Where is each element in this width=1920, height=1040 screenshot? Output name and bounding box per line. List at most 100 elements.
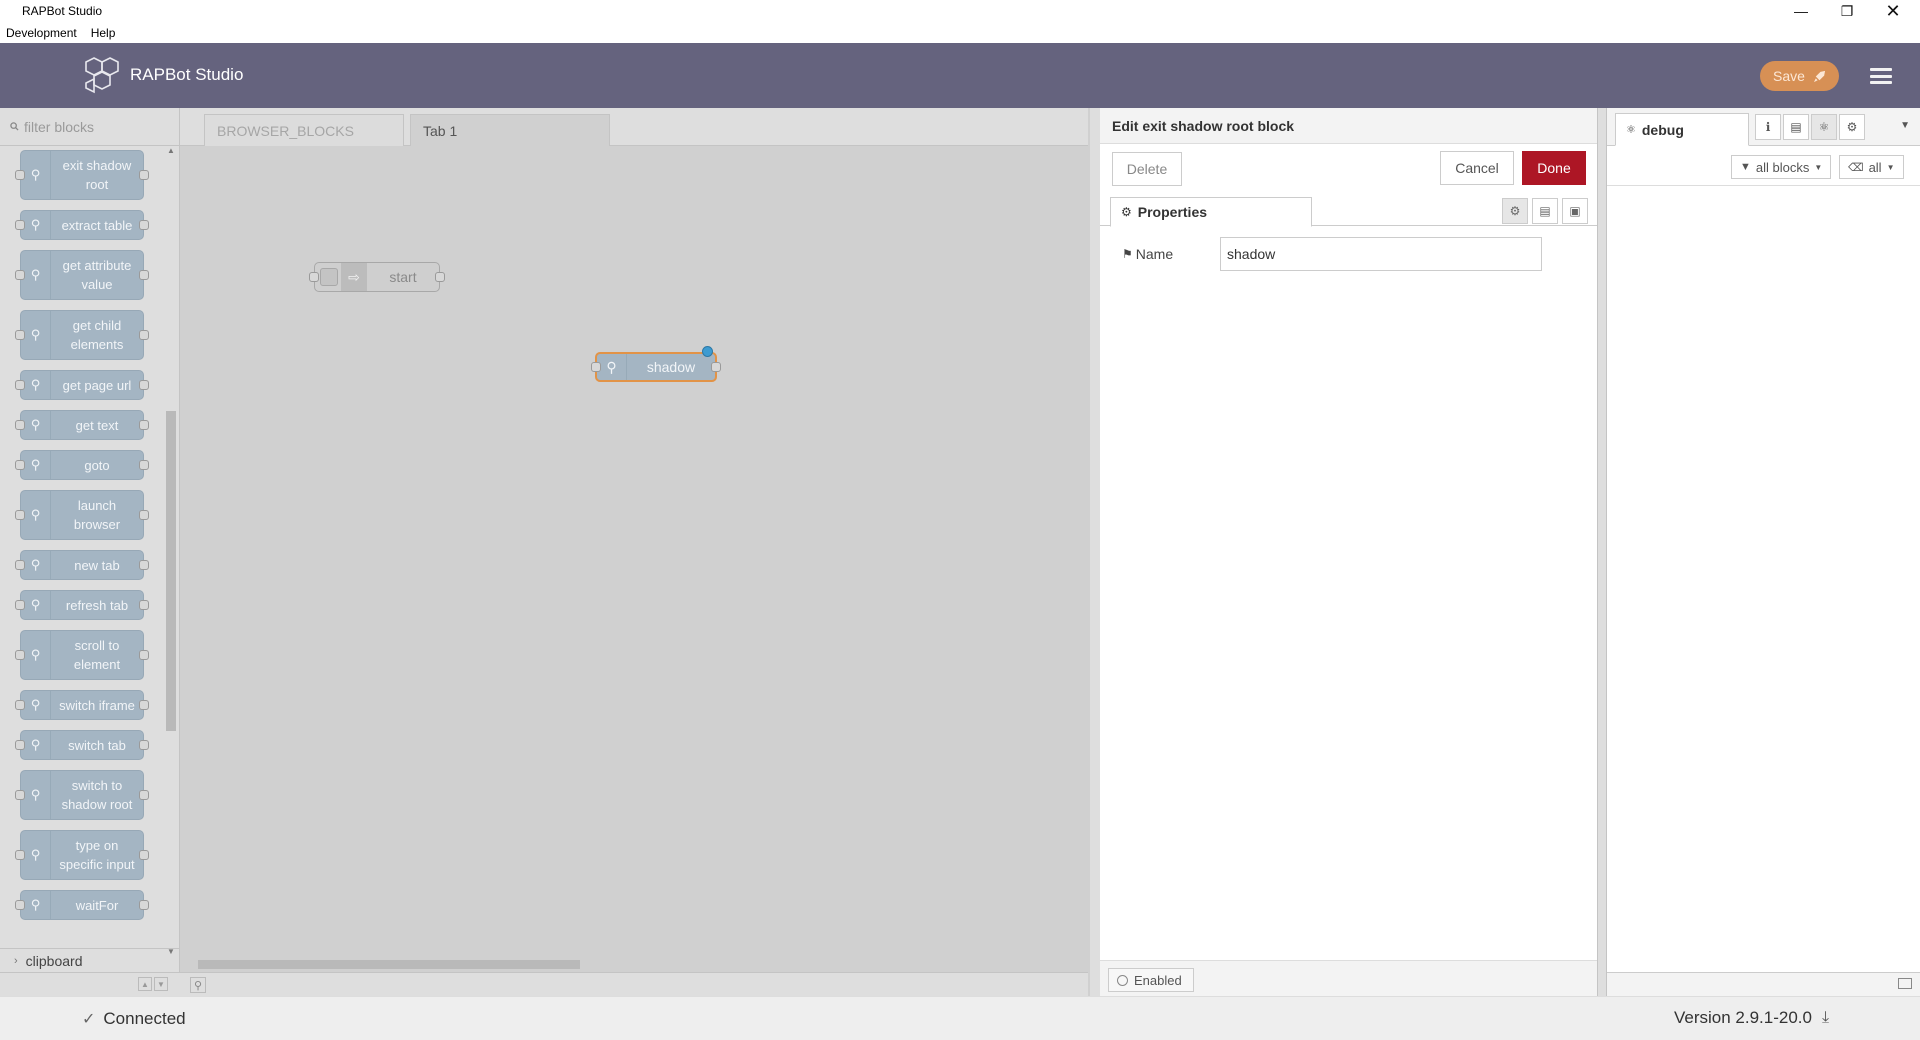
globe-icon: ⚲ [21,451,51,479]
globe-icon: ⚲ [21,491,51,539]
app-header: RAPBot Studio Save [0,43,1920,108]
palette-block[interactable]: ⚲ waitFor [15,890,149,920]
menu-development[interactable]: Development [6,26,77,40]
flow-tabs: BROWSER_BLOCKS Tab 1 [180,108,1088,146]
cancel-button[interactable]: Cancel [1440,151,1514,185]
globe-icon: ⚲ [21,731,51,759]
globe-icon: ⚲ [21,631,51,679]
menu-help[interactable]: Help [91,26,116,40]
chevron-down-icon[interactable]: ▼ [1900,120,1910,131]
delete-button[interactable]: Delete [1112,152,1182,186]
sidebar-tabbar: ⚛ debug ℹ ▤ ⚛ ⚙ ▼ [1607,108,1920,146]
info-icon[interactable]: ℹ [1755,114,1781,140]
close-icon[interactable]: ✕ [1870,0,1916,22]
gear-icon[interactable]: ⚙ [1839,114,1865,140]
properties-label: Properties [1137,204,1208,220]
filter-placeholder: filter blocks [24,118,95,135]
clear-all[interactable]: ⌫ all ▼ [1839,155,1904,179]
trash-icon: ⌫ [1848,161,1864,174]
restore-icon[interactable]: ❐ [1824,0,1870,22]
name-label-group: ⚑ Name [1122,246,1173,262]
palette-block[interactable]: ⚲ get child elements [15,310,149,360]
tab-tab-1[interactable]: Tab 1 [410,114,610,146]
globe-icon: ⚲ [21,831,51,879]
tab-properties[interactable]: ⚙ Properties [1110,197,1312,227]
canvas-footer: ⚲ [180,972,1088,996]
app-name: RAPBot Studio [130,65,244,84]
tab-debug[interactable]: ⚛ debug [1615,113,1749,146]
book-icon[interactable]: ▤ [1783,114,1809,140]
inject-icon: ⇨ [341,263,367,291]
search-icon[interactable]: ⚲ [190,977,206,993]
main-menu-icon[interactable] [1870,65,1892,87]
palette-block[interactable]: ⚲ scroll to element [15,630,149,680]
palette-block[interactable]: ⚲ switch to shadow root [15,770,149,820]
globe-icon: ⚲ [597,354,627,380]
connection-label: Connected [103,1009,186,1028]
filter-icon: ▼ [1740,161,1751,173]
rocket-icon [1813,70,1826,82]
title-bar: RAPBot Studio — ❐ ✕ [0,0,1920,22]
filter-label: all blocks [1755,159,1810,175]
gear-icon: ⚙ [1121,205,1132,219]
expand-all-icon[interactable]: ▼ [154,977,168,991]
caret-down-icon: ▼ [1814,162,1823,172]
name-field[interactable] [1220,237,1542,271]
globe-icon: ⚲ [21,691,51,719]
description-icon[interactable]: ▤ [1532,198,1558,224]
done-button[interactable]: Done [1522,151,1586,185]
minimize-icon[interactable]: — [1778,0,1824,22]
palette-block[interactable]: ⚲ switch tab [15,730,149,760]
palette-block[interactable]: ⚲ refresh tab [15,590,149,620]
debug-label: debug [1641,121,1684,138]
palette-block[interactable]: ⚲ switch iframe [15,690,149,720]
category-clipboard[interactable]: › clipboard [0,948,180,972]
monitor-icon[interactable] [1898,978,1912,989]
bug-icon: ⚛ [1626,124,1636,136]
node-label: shadow [646,359,696,375]
editor-footer: Enabled [1100,960,1597,996]
save-label: Save [1773,68,1805,84]
flow-canvas[interactable]: ⇨ start ⚲ shadow [180,146,1088,956]
connection-status: ✓ Connected [82,1009,186,1029]
enabled-toggle[interactable]: Enabled [1108,968,1194,992]
tab-browser-blocks[interactable]: BROWSER_BLOCKS [204,114,404,146]
appearance-icon[interactable]: ▣ [1562,198,1588,224]
download-icon[interactable]: ⤓ [1822,1009,1829,1027]
bug-icon[interactable]: ⚛ [1811,114,1837,140]
globe-icon: ⚲ [21,311,51,359]
sidebar-splitter[interactable] [1598,108,1606,996]
palette-block[interactable]: ⚲ get attribute value [15,250,149,300]
collapse-all-icon[interactable]: ▲ [138,977,152,991]
editor-title: Edit exit shadow root block [1100,108,1597,144]
palette-block[interactable]: ⚲ exit shadow root [15,150,149,200]
palette-block[interactable]: ⚲ extract table [15,210,149,240]
palette-block[interactable]: ⚲ get text [15,410,149,440]
palette-block[interactable]: ⚲ launch browser [15,490,149,540]
settings-icon[interactable]: ⚙ [1502,198,1528,224]
palette-block[interactable]: ⚲ goto [15,450,149,480]
globe-icon: ⚲ [21,211,51,239]
palette-block[interactable]: ⚲ new tab [15,550,149,580]
save-button[interactable]: Save [1760,61,1839,91]
tag-icon: ⚑ [1122,247,1133,261]
category-label: clipboard [25,952,83,969]
inject-button[interactable] [320,268,338,286]
canvas-hscrollbar[interactable] [180,956,1088,972]
globe-icon: ⚲ [21,251,51,299]
palette-block[interactable]: ⚲ type on specific input [15,830,149,880]
palette-block[interactable]: ⚲ get page url [15,370,149,400]
filter-all-blocks[interactable]: ▼ all blocks ▼ [1731,155,1832,179]
editor-tabbar: ⚙ Properties ⚙ ▤ ▣ [1100,194,1597,227]
version-info: Version 2.9.1-20.0 ⤓ [1674,1008,1829,1028]
caret-down-icon: ▼ [1886,162,1895,172]
plug-icon: ✓ [82,1011,96,1028]
node-start[interactable]: ⇨ start [309,262,445,292]
debug-toolbar: ▼ all blocks ▼ ⌫ all ▼ [1607,146,1920,186]
palette-scrollbar[interactable]: ▲ ▼ [164,146,177,956]
enabled-label: Enabled [1134,972,1182,988]
sidebar: ⚛ debug ℹ ▤ ⚛ ⚙ ▼ ▼ all blocks ▼ ⌫ all ▼ [1606,108,1920,996]
filter-blocks[interactable]: filter blocks [0,108,180,146]
node-shadow[interactable]: ⚲ shadow [591,346,721,382]
menu-bar: Development Help [0,22,1920,43]
